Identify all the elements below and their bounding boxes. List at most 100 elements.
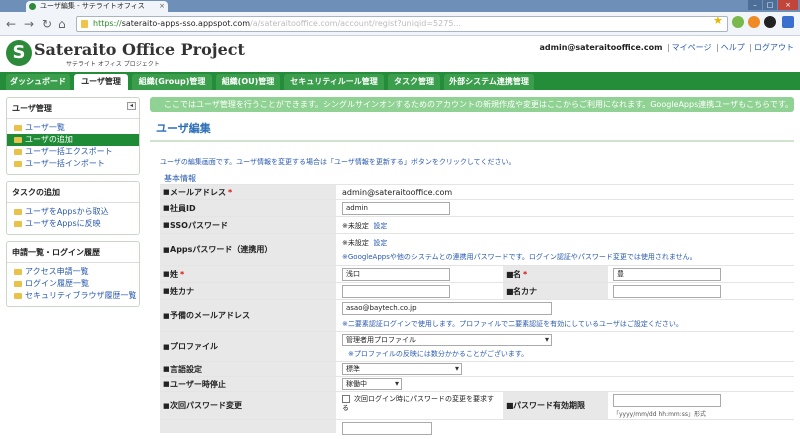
extension-icon[interactable] bbox=[732, 16, 744, 28]
sidebar-section-tasks: タスクの追加 ユーザをAppsから取込 ユーザをAppsに反映 bbox=[6, 181, 140, 235]
sidebar-item-label: ユーザをAppsに反映 bbox=[25, 219, 101, 228]
folder-icon bbox=[14, 137, 22, 143]
sidebar: ユーザ管理 ◂ ユーザ一覧 ユーザの追加 ユーザ一括エクスポート ユーザ一括イン… bbox=[6, 97, 140, 313]
collapse-icon[interactable]: ◂ bbox=[127, 102, 136, 110]
email-value: admin@sateraitooffice.com bbox=[342, 188, 453, 197]
sidebar-item-label: アクセス申請一覧 bbox=[25, 267, 89, 276]
row-sso-password: ■ SSOパスワード ※未設定 設定 bbox=[160, 216, 794, 233]
row-next-password: ■ 次回パスワード変更 次回ログイン時にパスワードの変更を要求する ■ パスワード有… bbox=[160, 391, 794, 419]
profile-note: ※プロファイルの反映には数分かかることがございます。 bbox=[348, 350, 529, 358]
folder-icon bbox=[14, 281, 22, 287]
first-name-label: ■ 名 * bbox=[503, 266, 608, 282]
sidebar-item-label: ログイン履歴一覧 bbox=[25, 279, 89, 288]
row-language: ■ 言語設定 標準 bbox=[160, 361, 794, 376]
sidebar-item-label: ユーザの追加 bbox=[25, 135, 73, 144]
employee-id-input[interactable]: admin bbox=[342, 202, 450, 215]
address-bar[interactable]: https://sateraito-apps-sso.appspot.com/a… bbox=[76, 16, 728, 32]
maximize-icon[interactable]: □ bbox=[763, 0, 777, 10]
favicon-icon bbox=[29, 3, 36, 10]
minimize-icon[interactable]: – bbox=[748, 0, 762, 10]
folder-icon bbox=[14, 209, 22, 215]
sidebar-item-bulk-export[interactable]: ユーザ一括エクスポート bbox=[7, 146, 139, 158]
password-expiry-note: 「yyyy/mm/dd hh:mm:ss」形式 bbox=[613, 411, 707, 418]
suspend-select[interactable]: 稼働中 bbox=[342, 378, 402, 390]
sidebar-item-bulk-import[interactable]: ユーザ一括インポート bbox=[7, 158, 139, 170]
main-nav: ダッシュボード ユーザ管理 組織(Group)管理 組織(OU)管理 セキュリテ… bbox=[0, 72, 800, 90]
folder-icon bbox=[14, 221, 22, 227]
sidebar-item-label: ユーザ一括インポート bbox=[25, 159, 105, 168]
user-bar: admin@sateraitooffice.com | マイページ | ヘルプ | ロ… bbox=[539, 43, 794, 52]
folder-icon bbox=[14, 293, 22, 299]
bookmark-star-icon[interactable]: ★ bbox=[713, 14, 723, 27]
row-extra bbox=[160, 419, 794, 435]
apps-password-label: ■ Appsパスワード（連携用） bbox=[160, 234, 336, 265]
sso-password-label: ■ SSOパスワード bbox=[160, 217, 336, 233]
tab-security-rules[interactable]: セキュリティルール管理 bbox=[284, 74, 384, 90]
brand-title: Sateraito Office Project bbox=[34, 40, 245, 59]
sidebar-item-access-requests[interactable]: アクセス申請一覧 bbox=[7, 266, 139, 278]
user-edit-form: ■ メールアドレス * admin@sateraitooffice.com ■ 社員I… bbox=[160, 184, 794, 435]
tab-external-systems[interactable]: 外部システム連携管理 bbox=[444, 74, 534, 90]
help-link[interactable]: ヘルプ bbox=[721, 43, 745, 52]
sidebar-item-login-history[interactable]: ログイン履歴一覧 bbox=[7, 278, 139, 290]
sidebar-item-label: セキュリティブラウザ履歴一覧 bbox=[25, 291, 137, 300]
browser-toolbar: ← → ↻ ⌂ https://sateraito-apps-sso.appsp… bbox=[0, 12, 800, 36]
sidebar-section-title: タスクの追加 bbox=[7, 184, 139, 203]
sidebar-section-title: 申請一覧・ログイン履歴 bbox=[7, 244, 139, 263]
row-name: ■ 姓 * 浅口 ■ 名 * 豊 bbox=[160, 265, 794, 282]
row-employee-id: ■ 社員ID admin bbox=[160, 199, 794, 216]
first-name-kana-input[interactable] bbox=[613, 285, 721, 298]
row-suspend: ■ ユーザー時停止 稼働中 bbox=[160, 376, 794, 391]
last-name-kana-input[interactable] bbox=[342, 285, 450, 298]
profile-select[interactable]: 管理者用プロファイル bbox=[342, 334, 552, 346]
last-name-label: ■ 姓 * bbox=[160, 266, 336, 282]
sso-password-set-link[interactable]: 設定 bbox=[373, 222, 387, 230]
password-expiry-label: ■ パスワード有効期限 bbox=[503, 392, 608, 419]
language-select[interactable]: 標準 bbox=[342, 363, 462, 375]
sidebar-item-import-from-apps[interactable]: ユーザをAppsから取込 bbox=[7, 206, 139, 218]
language-label: ■ 言語設定 bbox=[160, 362, 336, 376]
tab-task-management[interactable]: タスク管理 bbox=[388, 74, 440, 90]
tab-group-management[interactable]: 組織(Group)管理 bbox=[132, 74, 212, 90]
sso-password-status: ※未設定 bbox=[342, 222, 369, 230]
back-icon[interactable]: ← bbox=[6, 17, 16, 31]
browser-tab[interactable]: ユーザ編集 - サテライトオフィス × bbox=[26, 1, 168, 12]
browser-tab-title: ユーザ編集 - サテライトオフィス bbox=[40, 2, 145, 10]
mypage-link[interactable]: マイページ bbox=[672, 43, 712, 52]
first-name-kana-label: ■ 名カナ bbox=[503, 283, 608, 299]
page-description: ユーザの編集画面です。ユーザ情報を変更する場合は「ユーザ情報を更新する」ボタンを… bbox=[160, 158, 516, 166]
next-password-checkbox[interactable] bbox=[342, 395, 350, 403]
extension-icon[interactable] bbox=[748, 16, 760, 28]
sidebar-item-user-list[interactable]: ユーザ一覧 bbox=[7, 122, 139, 134]
reload-icon[interactable]: ↻ bbox=[42, 17, 52, 31]
profile-label: ■ プロファイル bbox=[160, 332, 336, 361]
url-path: /a/sateraitooffice.com/account/regist?un… bbox=[250, 19, 462, 28]
folder-icon bbox=[14, 149, 22, 155]
employee-id-label: ■ 社員ID bbox=[160, 200, 336, 216]
backup-email-input[interactable]: asao@baytech.co.jp bbox=[342, 302, 552, 315]
email-label: ■ メールアドレス * bbox=[160, 185, 336, 199]
sidebar-item-browser-history[interactable]: セキュリティブラウザ履歴一覧 bbox=[7, 290, 139, 302]
url-scheme: https:// bbox=[93, 19, 122, 28]
tab-dashboard[interactable]: ダッシュボード bbox=[6, 74, 70, 90]
sidebar-item-apply-to-apps[interactable]: ユーザをAppsに反映 bbox=[7, 218, 139, 230]
extension-icon[interactable] bbox=[764, 16, 776, 28]
close-window-icon[interactable]: × bbox=[778, 0, 798, 10]
first-name-input[interactable]: 豊 bbox=[613, 268, 721, 281]
suspend-label: ■ ユーザー時停止 bbox=[160, 377, 336, 391]
menu-icon[interactable] bbox=[782, 16, 794, 28]
last-name-input[interactable]: 浅口 bbox=[342, 268, 450, 281]
password-expiry-input[interactable] bbox=[613, 394, 721, 407]
home-icon[interactable]: ⌂ bbox=[58, 17, 66, 31]
close-tab-icon[interactable]: × bbox=[159, 1, 165, 12]
sidebar-section-users: ユーザ管理 ◂ ユーザ一覧 ユーザの追加 ユーザ一括エクスポート ユーザ一括イン… bbox=[6, 97, 140, 175]
tab-ou-management[interactable]: 組織(OU)管理 bbox=[216, 74, 280, 90]
tab-user-management[interactable]: ユーザ管理 bbox=[74, 74, 128, 90]
sidebar-item-add-user[interactable]: ユーザの追加 bbox=[7, 134, 139, 146]
next-password-label: ■ 次回パスワード変更 bbox=[160, 392, 336, 419]
apps-password-set-link[interactable]: 設定 bbox=[373, 239, 387, 247]
logout-link[interactable]: ログアウト bbox=[754, 43, 794, 52]
folder-icon bbox=[14, 269, 22, 275]
extra-input[interactable] bbox=[342, 422, 432, 435]
forward-icon[interactable]: → bbox=[24, 17, 34, 31]
